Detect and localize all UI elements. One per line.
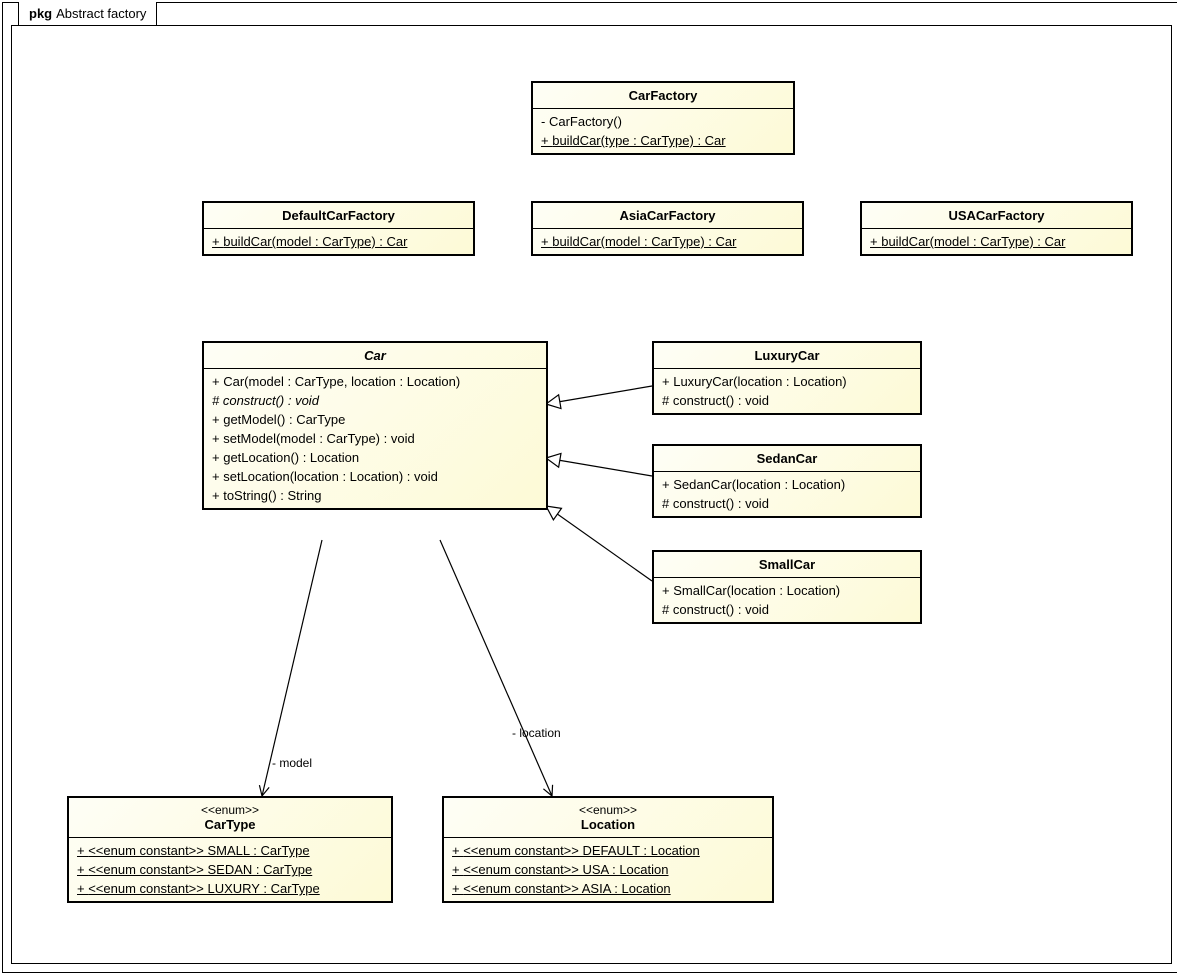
class-asiacarfactory: AsiaCarFactory buildCar(model : CarType)…	[531, 201, 804, 256]
class-ops: <<enum constant>> DEFAULT : Location<<en…	[444, 838, 772, 901]
operation: getModel() : CarType	[212, 410, 538, 429]
class-carfactory: CarFactory CarFactory()buildCar(type : C…	[531, 81, 795, 155]
operation: <<enum constant>> LUXURY : CarType	[77, 879, 383, 898]
operation: LuxuryCar(location : Location)	[662, 372, 912, 391]
package-name: Abstract factory	[56, 6, 146, 21]
operation: <<enum constant>> USA : Location	[452, 860, 764, 879]
class-ops: CarFactory()buildCar(type : CarType) : C…	[533, 109, 793, 153]
class-ops: buildCar(model : CarType) : Car	[204, 229, 473, 254]
class-name: SmallCar	[654, 552, 920, 578]
class-cartype: <<enum>> CarType <<enum constant>> SMALL…	[67, 796, 393, 903]
operation: <<enum constant>> ASIA : Location	[452, 879, 764, 898]
class-name: SedanCar	[654, 446, 920, 472]
diagram-inner: CarFactory CarFactory()buildCar(type : C…	[11, 25, 1172, 964]
operation: construct() : void	[212, 391, 538, 410]
operation: getLocation() : Location	[212, 448, 538, 467]
class-name: Car	[204, 343, 546, 369]
operation: <<enum constant>> SMALL : CarType	[77, 841, 383, 860]
class-ops: buildCar(model : CarType) : Car	[533, 229, 802, 254]
operation: toString() : String	[212, 486, 538, 505]
operation: SmallCar(location : Location)	[662, 581, 912, 600]
operation: CarFactory()	[541, 112, 785, 131]
operation: construct() : void	[662, 391, 912, 410]
class-name: LuxuryCar	[654, 343, 920, 369]
class-smallcar: SmallCar SmallCar(location : Location)co…	[652, 550, 922, 624]
class-car: Car Car(model : CarType, location : Loca…	[202, 341, 548, 510]
assoc-label-location: - location	[512, 726, 561, 740]
class-ops: Car(model : CarType, location : Location…	[204, 369, 546, 508]
class-location: <<enum>> Location <<enum constant>> DEFA…	[442, 796, 774, 903]
operation: construct() : void	[662, 494, 912, 513]
operation: <<enum constant>> DEFAULT : Location	[452, 841, 764, 860]
operation: construct() : void	[662, 600, 912, 619]
class-ops: <<enum constant>> SMALL : CarType<<enum …	[69, 838, 391, 901]
operation: buildCar(model : CarType) : Car	[541, 232, 794, 251]
operation: <<enum constant>> SEDAN : CarType	[77, 860, 383, 879]
class-ops: LuxuryCar(location : Location)construct(…	[654, 369, 920, 413]
class-luxurycar: LuxuryCar LuxuryCar(location : Location)…	[652, 341, 922, 415]
class-name: DefaultCarFactory	[204, 203, 473, 229]
class-name: <<enum>> Location	[444, 798, 772, 838]
operation: buildCar(model : CarType) : Car	[870, 232, 1123, 251]
package-prefix: pkg	[29, 6, 52, 21]
class-defaultcarfactory: DefaultCarFactory buildCar(model : CarTy…	[202, 201, 475, 256]
package-tab: pkg Abstract factory	[18, 2, 157, 26]
operation: buildCar(model : CarType) : Car	[212, 232, 465, 251]
operation: SedanCar(location : Location)	[662, 475, 912, 494]
class-name: AsiaCarFactory	[533, 203, 802, 229]
operation: buildCar(type : CarType) : Car	[541, 131, 785, 150]
class-name: CarFactory	[533, 83, 793, 109]
class-ops: buildCar(model : CarType) : Car	[862, 229, 1131, 254]
class-usacarfactory: USACarFactory buildCar(model : CarType) …	[860, 201, 1133, 256]
operation: setModel(model : CarType) : void	[212, 429, 538, 448]
class-name: USACarFactory	[862, 203, 1131, 229]
class-ops: SmallCar(location : Location)construct()…	[654, 578, 920, 622]
class-ops: SedanCar(location : Location)construct()…	[654, 472, 920, 516]
class-sedancar: SedanCar SedanCar(location : Location)co…	[652, 444, 922, 518]
class-name: <<enum>> CarType	[69, 798, 391, 838]
assoc-label-model: - model	[272, 756, 312, 770]
operation: setLocation(location : Location) : void	[212, 467, 538, 486]
diagram-canvas: pkgAbstract factory CarF	[2, 2, 1177, 973]
operation: Car(model : CarType, location : Location…	[212, 372, 538, 391]
